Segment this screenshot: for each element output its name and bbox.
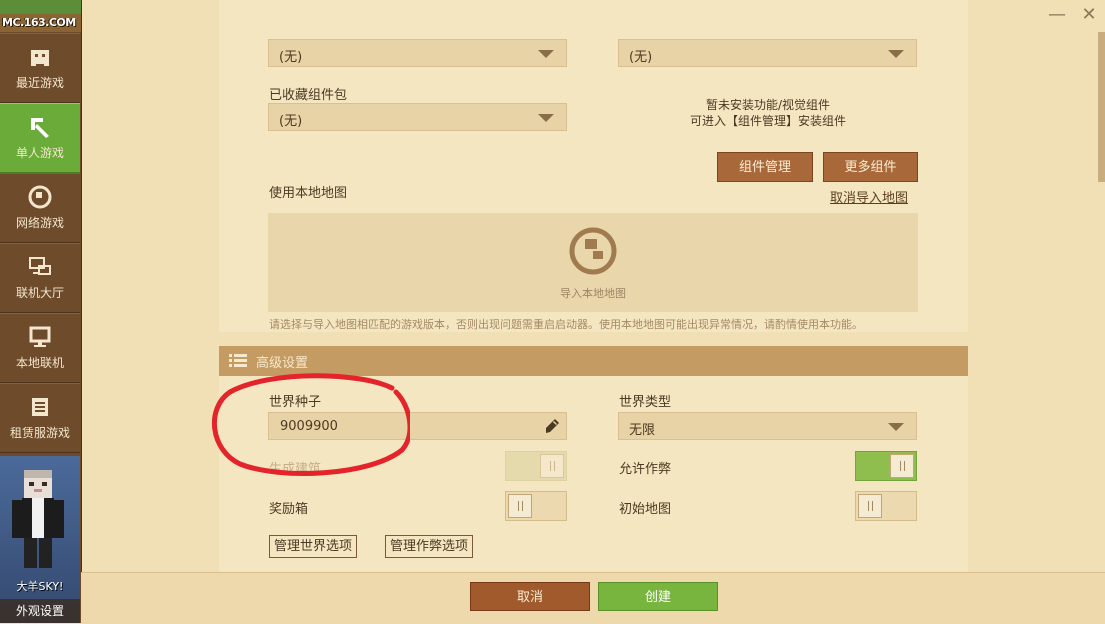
sidebar-item-label: 本地联机 bbox=[15, 356, 64, 370]
sidebar-item-rental-server[interactable]: 租赁服游戏 bbox=[0, 383, 80, 453]
import-map-label: 导入本地地图 bbox=[560, 287, 626, 300]
more-components-button[interactable]: 更多组件 bbox=[823, 152, 918, 182]
logo-text: MC.163.COM bbox=[2, 16, 76, 29]
world-seed-value: 9009900 bbox=[280, 419, 338, 434]
chevron-down-icon bbox=[538, 114, 554, 122]
toggle-knob bbox=[540, 454, 564, 478]
list-icon bbox=[229, 354, 247, 367]
minimize-button[interactable]: — bbox=[1041, 0, 1073, 30]
bonus-chest-toggle[interactable] bbox=[505, 491, 567, 521]
import-warning-text: 请选择与导入地图相匹配的游戏版本，否则出现问题需重启启动器。使用本地地图可能出现… bbox=[269, 318, 863, 331]
cancel-button[interactable]: 取消 bbox=[470, 582, 590, 611]
toggle-knob bbox=[890, 454, 914, 478]
sidebar-item-recent-games[interactable]: 最近游戏 bbox=[0, 33, 80, 103]
favorites-label: 已收藏组件包 bbox=[269, 88, 348, 103]
pickaxe-icon bbox=[31, 118, 49, 138]
sidebar-item-label: 最近游戏 bbox=[15, 76, 64, 90]
manage-cheat-options-button[interactable]: 管理作弊选项 bbox=[385, 535, 474, 558]
network-icon bbox=[29, 257, 51, 275]
top-left-select[interactable]: (无) bbox=[268, 39, 567, 67]
top-right-select[interactable]: (无) bbox=[618, 39, 917, 67]
sidebar-item-label: 单人游戏 bbox=[15, 146, 64, 160]
allow-cheats-toggle[interactable] bbox=[855, 451, 917, 481]
player-name: 大羊SKY! bbox=[16, 580, 64, 593]
close-button[interactable]: ✕ bbox=[1073, 0, 1105, 30]
sidebar-item-label: 租赁服游戏 bbox=[9, 426, 70, 440]
gamepad-icon bbox=[31, 50, 49, 66]
world-type-select[interactable]: 无限 bbox=[618, 412, 917, 440]
select-value: (无) bbox=[629, 50, 653, 65]
toggle-knob bbox=[508, 494, 532, 518]
monitor-icon bbox=[29, 326, 51, 347]
no-components-text-1: 暂未安装功能/视觉组件 bbox=[705, 98, 831, 112]
select-value: 无限 bbox=[629, 423, 656, 438]
world-seed-label: 世界种子 bbox=[269, 395, 322, 410]
select-value: (无) bbox=[279, 50, 303, 65]
globe-icon bbox=[28, 185, 52, 209]
sidebar-item-online-games[interactable]: 网络游戏 bbox=[0, 173, 80, 243]
no-components-text-2: 可进入【组件管理】安装组件 bbox=[689, 114, 846, 128]
create-button[interactable]: 创建 bbox=[598, 582, 718, 611]
start-map-label: 初始地图 bbox=[619, 502, 672, 517]
advanced-settings-title: 高级设置 bbox=[256, 356, 309, 371]
cancel-import-map-link[interactable]: 取消导入地图 bbox=[830, 187, 908, 206]
player-skin-image bbox=[12, 470, 64, 568]
manage-components-button[interactable]: 组件管理 bbox=[717, 152, 813, 182]
avatar[interactable]: 大羊SKY! 外观设置 bbox=[0, 456, 80, 623]
favorites-select[interactable]: (无) bbox=[268, 103, 567, 131]
generate-structures-label: 生成建筑 bbox=[269, 462, 322, 477]
chevron-down-icon bbox=[538, 50, 554, 58]
chevron-down-icon bbox=[888, 50, 904, 58]
world-type-label: 世界类型 bbox=[619, 395, 672, 410]
scrollbar[interactable] bbox=[1098, 32, 1105, 182]
pencil-icon[interactable] bbox=[544, 418, 560, 434]
generate-structures-toggle[interactable] bbox=[505, 451, 567, 481]
manage-world-options-button[interactable]: 管理世界选项 bbox=[269, 535, 358, 558]
appearance-settings-button[interactable]: 外观设置 bbox=[0, 599, 80, 623]
allow-cheats-label: 允许作弊 bbox=[619, 462, 672, 477]
sidebar: MC.163.COM 最近游戏 单人游戏 网络游戏 联机大厅 本地联机 租赁服游… bbox=[0, 0, 82, 623]
start-map-toggle[interactable] bbox=[855, 491, 917, 521]
chevron-down-icon bbox=[888, 423, 904, 431]
sidebar-item-single-player[interactable]: 单人游戏 bbox=[0, 103, 80, 173]
world-seed-input[interactable]: 9009900 bbox=[268, 412, 567, 440]
server-icon bbox=[32, 398, 48, 416]
logo: MC.163.COM bbox=[0, 0, 81, 32]
toggle-knob bbox=[858, 494, 882, 518]
sidebar-item-label: 联机大厅 bbox=[15, 286, 64, 300]
import-local-map-area[interactable]: 导入本地地图 bbox=[268, 213, 918, 312]
bonus-chest-label: 奖励箱 bbox=[269, 502, 309, 517]
sidebar-item-local-multiplayer[interactable]: 本地联机 bbox=[0, 313, 80, 383]
globe-icon bbox=[569, 227, 617, 275]
local-map-label: 使用本地地图 bbox=[269, 186, 348, 201]
sidebar-item-label: 网络游戏 bbox=[15, 216, 64, 230]
footer-bar bbox=[81, 572, 1105, 624]
select-value: (无) bbox=[279, 114, 303, 129]
sidebar-item-lobby[interactable]: 联机大厅 bbox=[0, 243, 80, 313]
advanced-settings-header[interactable]: 高级设置 bbox=[219, 346, 968, 376]
